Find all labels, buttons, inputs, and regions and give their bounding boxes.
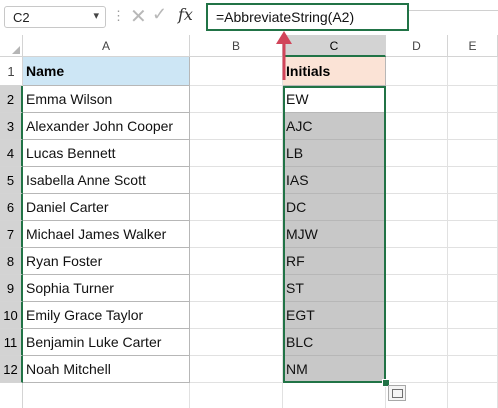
row-header-11[interactable]: 11 [0,329,23,356]
cell-d9[interactable] [386,275,448,302]
cell-b10[interactable] [190,302,283,329]
cell-a12[interactable]: Noah Mitchell [23,356,190,383]
column-header-b[interactable]: B [190,35,283,57]
formula-bar-extension [409,10,498,29]
cell-e8[interactable] [448,248,498,275]
cell-c3[interactable]: AJC [283,113,386,140]
cell-a4[interactable]: Lucas Bennett [23,140,190,167]
enter-check-icon[interactable]: ✓ [152,4,167,25]
cell-c2[interactable]: EW [283,86,386,113]
row-header-4[interactable]: 4 [0,140,23,167]
cell-c6[interactable]: DC [283,194,386,221]
cell-d11[interactable] [386,329,448,356]
cell-d12[interactable] [386,356,448,383]
cell-e5[interactable] [448,167,498,194]
select-all-triangle-icon [12,46,20,54]
cell-a3[interactable]: Alexander John Cooper [23,113,190,140]
cell-c12[interactable]: NM [283,356,386,383]
formula-input[interactable]: =AbbreviateString(A2) [206,3,409,31]
cell-c10[interactable]: EGT [283,302,386,329]
cell-a8[interactable]: Ryan Foster [23,248,190,275]
cell-e2[interactable] [448,86,498,113]
cell-b7[interactable] [190,221,283,248]
row-header-3[interactable]: 3 [0,113,23,140]
cell-b8[interactable] [190,248,283,275]
cell-b12[interactable] [190,356,283,383]
cell-a9[interactable]: Sophia Turner [23,275,190,302]
cell-b5[interactable] [190,167,283,194]
quick-analysis-glyph [392,389,403,398]
select-all-corner[interactable] [0,35,23,57]
formula-text: =AbbreviateString(A2) [216,9,355,25]
cell-e11[interactable] [448,329,498,356]
row-header-13[interactable] [0,383,23,408]
cell-e12[interactable] [448,356,498,383]
chevron-down-icon[interactable]: ▾ [93,9,99,22]
cell-a7[interactable]: Michael James Walker [23,221,190,248]
cell-d4[interactable] [386,140,448,167]
formula-bar: C2 ▾ ⋮ ✕ ✓ fx =AbbreviateString(A2) [0,0,498,33]
row-header-6[interactable]: 6 [0,194,23,221]
cell-d2[interactable] [386,86,448,113]
cell-c7[interactable]: MJW [283,221,386,248]
cell-b6[interactable] [190,194,283,221]
cell-a2[interactable]: Emma Wilson [23,86,190,113]
cell-a11[interactable]: Benjamin Luke Carter [23,329,190,356]
drag-handle-icon[interactable]: ⋮ [112,8,125,24]
quick-analysis-icon[interactable] [388,385,406,401]
cell-b9[interactable] [190,275,283,302]
cell-d1[interactable] [386,57,448,86]
cell-e1[interactable] [448,57,498,86]
function-fx-icon[interactable]: fx [178,5,193,24]
cell-d7[interactable] [386,221,448,248]
cell-b1[interactable] [190,57,283,86]
cell-e13[interactable] [448,383,498,408]
row-header-2[interactable]: 2 [0,86,23,113]
cell-b2[interactable] [190,86,283,113]
cell-d10[interactable] [386,302,448,329]
row-header-5[interactable]: 5 [0,167,23,194]
cell-b11[interactable] [190,329,283,356]
cell-b4[interactable] [190,140,283,167]
column-header-a[interactable]: A [23,35,190,57]
column-header-d[interactable]: D [386,35,448,57]
name-box[interactable]: C2 ▾ [4,6,106,28]
name-box-value: C2 [13,10,30,25]
cell-c11[interactable]: BLC [283,329,386,356]
cell-c1[interactable]: Initials [283,57,386,86]
row-header-12[interactable]: 12 [0,356,23,383]
cell-a5[interactable]: Isabella Anne Scott [23,167,190,194]
cell-d5[interactable] [386,167,448,194]
cell-c13[interactable] [283,383,386,408]
cell-b3[interactable] [190,113,283,140]
cell-a6[interactable]: Daniel Carter [23,194,190,221]
cell-c9[interactable]: ST [283,275,386,302]
row-header-9[interactable]: 9 [0,275,23,302]
cell-d3[interactable] [386,113,448,140]
cell-a13[interactable] [23,383,190,408]
cell-c5[interactable]: IAS [283,167,386,194]
cell-a1[interactable]: Name [23,57,190,86]
cell-e7[interactable] [448,221,498,248]
cancel-x-icon[interactable]: ✕ [130,4,147,29]
cell-e6[interactable] [448,194,498,221]
cell-e9[interactable] [448,275,498,302]
row-header-10[interactable]: 10 [0,302,23,329]
cell-d8[interactable] [386,248,448,275]
cell-c8[interactable]: RF [283,248,386,275]
cell-c4[interactable]: LB [283,140,386,167]
cell-d6[interactable] [386,194,448,221]
cell-e3[interactable] [448,113,498,140]
row-header-8[interactable]: 8 [0,248,23,275]
cell-e10[interactable] [448,302,498,329]
column-header-c[interactable]: C [283,35,386,57]
cell-b13[interactable] [190,383,283,408]
cell-a10[interactable]: Emily Grace Taylor [23,302,190,329]
column-header-e[interactable]: E [448,35,498,57]
row-header-7[interactable]: 7 [0,221,23,248]
cell-e4[interactable] [448,140,498,167]
row-header-1[interactable]: 1 [0,57,23,86]
